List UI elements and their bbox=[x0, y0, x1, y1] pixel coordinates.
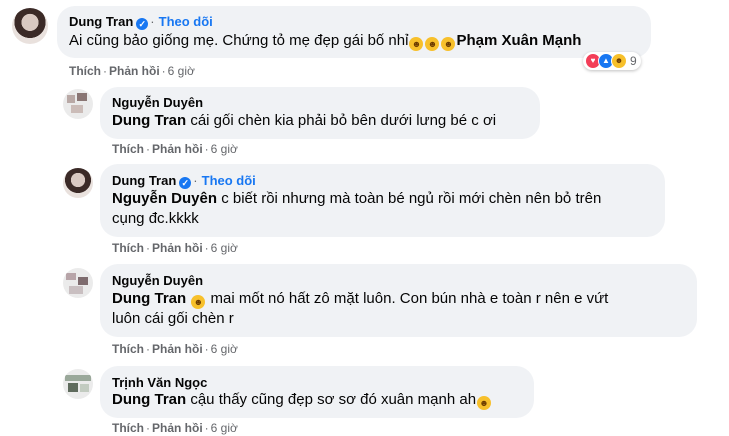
rolling-laughing-emoji-icon: ☻ bbox=[441, 37, 456, 51]
rolling-laughing-emoji-icon: ☻ bbox=[409, 37, 424, 51]
mention-link[interactable]: Nguyễn Duyên bbox=[112, 190, 217, 207]
author-name[interactable]: Dung Tran bbox=[112, 173, 176, 188]
comment-actions: Thích · Phản hồi · 6 giờ bbox=[112, 142, 238, 156]
author-name[interactable]: Nguyễn Duyên bbox=[112, 95, 203, 110]
comment-author-line: Dung Tran ✓ · Theo dõi bbox=[112, 173, 256, 189]
author-name[interactable]: Dung Tran bbox=[69, 14, 133, 29]
verified-badge-icon: ✓ bbox=[136, 18, 149, 30]
verified-badge-icon: ✓ bbox=[179, 177, 192, 189]
comment-author-line: Dung Tran ✓ · Theo dõi bbox=[69, 14, 213, 30]
reply-link[interactable]: Phản hồi bbox=[152, 241, 203, 255]
timestamp[interactable]: 6 giờ bbox=[168, 64, 195, 78]
author-name[interactable]: Trịnh Văn Ngọc bbox=[112, 375, 207, 390]
separator-dot: · bbox=[193, 173, 198, 188]
author-name[interactable]: Nguyễn Duyên bbox=[112, 273, 203, 288]
rolling-laughing-emoji-icon: ☻ bbox=[191, 295, 206, 309]
avatar[interactable] bbox=[63, 268, 93, 298]
reply-link[interactable]: Phản hồi bbox=[152, 142, 203, 156]
comment-actions: Thích · Phản hồi · 6 giờ bbox=[112, 241, 238, 255]
comment-actions: Thích · Phản hồi · 6 giờ bbox=[112, 421, 238, 435]
comment-body-line: luôn cái gối chèn r bbox=[112, 310, 234, 327]
timestamp[interactable]: 6 giờ bbox=[211, 342, 238, 356]
separator-dot: · bbox=[150, 14, 155, 29]
comment-text: Dung Tran cái gối chèn kia phải bỏ bên d… bbox=[112, 111, 496, 131]
like-link[interactable]: Thích bbox=[112, 342, 144, 356]
rolling-laughing-emoji-icon: ☻ bbox=[477, 396, 492, 410]
timestamp[interactable]: 6 giờ bbox=[211, 421, 238, 435]
comment-actions: Thích · Phản hồi · 6 giờ bbox=[112, 342, 238, 356]
comment-body-line: mai mốt nó hất zô mặt luôn. Con bún nhà … bbox=[210, 290, 609, 307]
mention-link[interactable]: Phạm Xuân Mạnh bbox=[456, 32, 581, 49]
comment-text: Ai cũng bảo giống mẹ. Chứng tỏ mẹ đẹp gá… bbox=[69, 31, 581, 51]
reply-link[interactable]: Phản hồi bbox=[109, 64, 160, 78]
follow-link[interactable]: Theo dõi bbox=[159, 14, 213, 29]
mention-link[interactable]: Dung Tran bbox=[112, 112, 186, 129]
avatar[interactable] bbox=[12, 8, 48, 44]
comment-body: cái gối chèn kia phải bỏ bên dưới lưng b… bbox=[190, 112, 497, 129]
avatar[interactable] bbox=[63, 89, 93, 119]
timestamp[interactable]: 6 giờ bbox=[211, 241, 238, 255]
like-link[interactable]: Thích bbox=[69, 64, 101, 78]
comment-body: cậu thấy cũng đẹp sơ sơ đó xuân mạnh ah bbox=[190, 391, 477, 408]
follow-link[interactable]: Theo dõi bbox=[202, 173, 256, 188]
like-link[interactable]: Thích bbox=[112, 142, 144, 156]
comment-body-line: c biết rồi nhưng mà toàn bé ngủ rồi mới … bbox=[221, 190, 602, 207]
comment-text: Dung Tran ☻ mai mốt nó hất zô mặt luôn. … bbox=[112, 289, 692, 329]
avatar[interactable] bbox=[63, 369, 93, 399]
comment-body: Ai cũng bảo giống mẹ. Chứng tỏ mẹ đẹp gá… bbox=[69, 32, 409, 49]
reply-link[interactable]: Phản hồi bbox=[152, 421, 203, 435]
comment-text: Nguyễn Duyên c biết rồi nhưng mà toàn bé… bbox=[112, 189, 657, 229]
comment-text: Dung Tran cậu thấy cũng đẹp sơ sơ đó xuâ… bbox=[112, 390, 492, 410]
comment-body-line: cụng đc.kkkk bbox=[112, 210, 199, 227]
mention-link[interactable]: Dung Tran bbox=[112, 290, 186, 307]
timestamp[interactable]: 6 giờ bbox=[211, 142, 238, 156]
reply-link[interactable]: Phản hồi bbox=[152, 342, 203, 356]
avatar[interactable] bbox=[63, 168, 93, 198]
haha-reaction-icon: ☻ bbox=[611, 53, 627, 69]
like-link[interactable]: Thích bbox=[112, 241, 144, 255]
reaction-count: 9 bbox=[630, 54, 637, 68]
like-link[interactable]: Thích bbox=[112, 421, 144, 435]
rolling-laughing-emoji-icon: ☻ bbox=[425, 37, 440, 51]
comment-actions: Thích · Phản hồi · 6 giờ bbox=[69, 64, 195, 78]
reaction-summary[interactable]: ♥ ▲ ☻ 9 bbox=[583, 52, 641, 70]
mention-link[interactable]: Dung Tran bbox=[112, 391, 186, 408]
